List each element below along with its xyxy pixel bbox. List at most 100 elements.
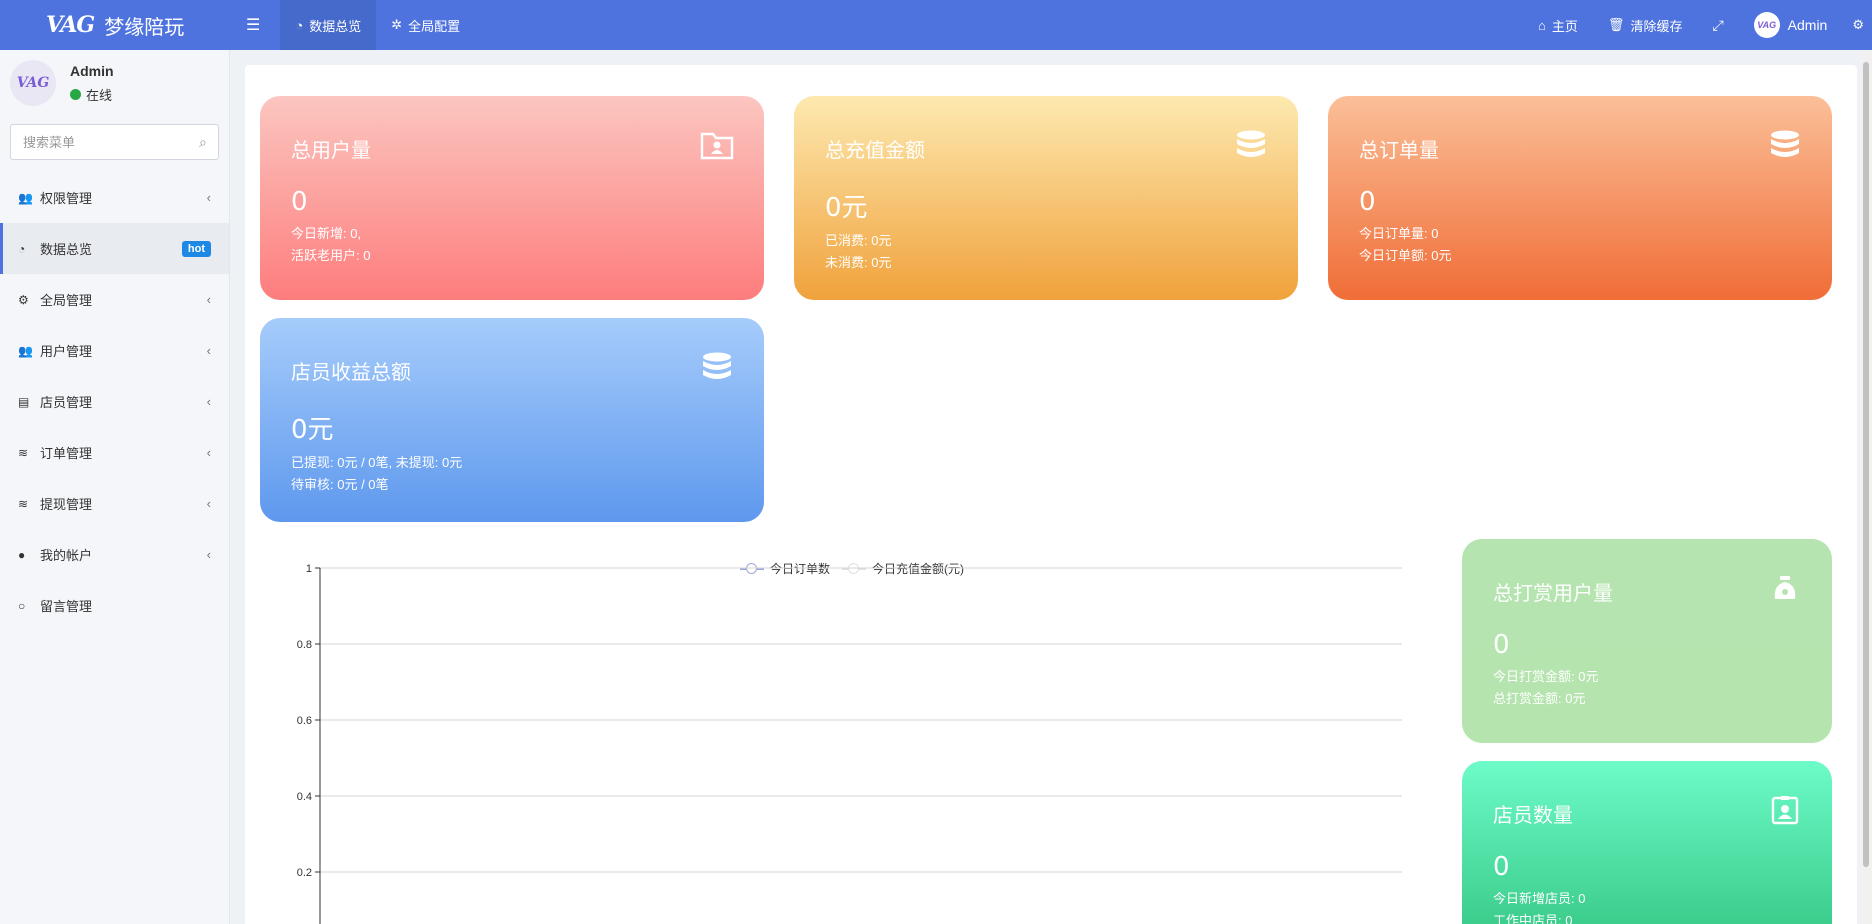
sidebar-item-label: 权限管理 — [40, 191, 93, 206]
menu-search: ⌕ — [10, 124, 219, 160]
clear-cache-label: 清除缓存 — [1630, 18, 1683, 34]
clear-cache-button[interactable]: 🗑 清除缓存 — [1593, 0, 1698, 50]
circle-icon: ○ — [18, 598, 26, 613]
card-total-users: 总用户量 0 今日新增: 0, 活跃老用户: 0 — [260, 96, 764, 300]
bars-icon: ☰ — [246, 17, 261, 34]
user-status: 在线 — [70, 85, 114, 104]
user-name: Admin — [70, 62, 114, 79]
chevron-left-icon: ‹ — [206, 343, 211, 358]
y-tick-label: 0.6 — [297, 715, 312, 727]
database-icon — [1237, 130, 1265, 157]
sidebar-item-global[interactable]: ⚙ 全局管理 ‹ — [0, 274, 229, 325]
y-tick-label: 0.8 — [297, 639, 312, 651]
card-title: 店员数量 — [1493, 803, 1573, 827]
top-navbar: VAG 梦缘陪玩 ☰ ◔ 数据总览 ✲ 全局配置 ⌂ 主页 🗑 清除缓存 ⤢ V… — [0, 0, 1872, 50]
expand-icon: ⤢ — [1712, 16, 1724, 33]
brand-name: 梦缘陪玩 — [104, 16, 185, 39]
chevron-left-icon: ‹ — [206, 547, 211, 562]
avatar: VAG — [1753, 12, 1780, 38]
database-icon — [703, 352, 731, 379]
sidebar-item-label: 我的帐户 — [40, 548, 93, 563]
card-value: 0 — [1493, 630, 1510, 660]
sidebar-item-withdraw[interactable]: ≋ 提现管理 ‹ — [0, 478, 229, 529]
sidebar-item-label: 提现管理 — [40, 497, 93, 512]
users-icon: 👥 — [18, 343, 33, 358]
y-tick-label: 0.4 — [297, 791, 312, 803]
sidebar-item-dashboard[interactable]: ◔ 数据总览 hot — [0, 223, 229, 274]
card-detail: 已提现: 0元 / 0笔, 未提现: 0元 — [291, 455, 463, 470]
card-detail: 活跃老用户: 0 — [291, 248, 371, 263]
sidebar-item-permissions[interactable]: 👥 权限管理 ‹ — [0, 172, 229, 223]
sidebar-item-label: 店员管理 — [40, 395, 93, 410]
tab-global-config[interactable]: ✲ 全局配置 — [376, 0, 475, 50]
menu-toggle-button[interactable]: ☰ — [230, 0, 280, 50]
card-detail: 今日新增: 0, — [291, 226, 362, 241]
tab-dashboard-label: 数据总览 — [309, 18, 362, 34]
search-input[interactable] — [23, 134, 199, 150]
y-tick-label: 1 — [306, 563, 312, 575]
card-value: 0 — [291, 187, 308, 217]
card-detail: 已消费: 0元 — [825, 233, 892, 248]
home-icon: ⌂ — [1538, 17, 1546, 33]
y-tick-label: 0.2 — [297, 867, 312, 879]
tab-dashboard[interactable]: ◔ 数据总览 — [280, 0, 377, 50]
home-link[interactable]: ⌂ 主页 — [1523, 0, 1593, 50]
card-staff-count: 店员数量 0 今日新增店员: 0 工作中店员: 0 — [1462, 761, 1832, 924]
user-status-label: 在线 — [86, 87, 113, 103]
card-value: 0 — [1493, 852, 1510, 882]
card-title: 总订单量 — [1359, 138, 1439, 162]
user-icon: ● — [18, 547, 26, 562]
scrollbar-thumb[interactable] — [1863, 62, 1869, 867]
card-detail: 工作中店员: 0 — [1493, 913, 1573, 924]
user-menu[interactable]: VAG Admin — [1739, 0, 1843, 50]
tab-global-config-label: 全局配置 — [408, 18, 461, 34]
settings-button[interactable]: ⚙ — [1842, 0, 1872, 50]
card-detail: 总打赏金额: 0元 — [1493, 691, 1586, 706]
search-icon[interactable]: ⌕ — [199, 134, 207, 151]
card-reward-users: 总打赏用户量 0 今日打赏金额: 0元 总打赏金额: 0元 — [1462, 539, 1832, 743]
trash-icon: 🗑 — [1607, 17, 1625, 32]
sidebar-item-orders[interactable]: ≋ 订单管理 ‹ — [0, 427, 229, 478]
dashboard-icon: ◔ — [295, 17, 304, 33]
page-scrollbar[interactable] — [1860, 50, 1872, 924]
sidebar-item-label: 全局管理 — [40, 293, 93, 308]
database-icon: ≋ — [18, 496, 29, 511]
brand[interactable]: VAG 梦缘陪玩 — [0, 0, 230, 50]
card-detail: 今日打赏金额: 0元 — [1493, 669, 1599, 684]
avatar: VAG — [10, 60, 56, 106]
folder-user-icon — [700, 132, 734, 160]
sidebar-item-staff[interactable]: ▤ 店员管理 ‹ — [0, 376, 229, 427]
card-staff-income: 店员收益总额 0元 已提现: 0元 / 0笔, 未提现: 0元 待审核: 0元 … — [260, 318, 764, 522]
database-icon — [1771, 130, 1799, 157]
home-label: 主页 — [1551, 18, 1578, 34]
card-value: 0元 — [825, 193, 868, 223]
sidebar-item-label: 留言管理 — [40, 599, 93, 614]
card-title: 总充值金额 — [825, 138, 925, 162]
sidebar: VAG Admin 在线 ⌕ 👥 权限管理 ‹ ◔ 数据总览 hot ⚙ 全局管… — [0, 50, 230, 924]
online-dot — [70, 88, 81, 100]
sidebar-item-account[interactable]: ● 我的帐户 ‹ — [0, 529, 229, 580]
sidebar-item-label: 数据总览 — [40, 242, 93, 257]
users-icon: 👥 — [18, 190, 33, 205]
cogs-icon: ⚙ — [18, 292, 29, 307]
fullscreen-button[interactable]: ⤢ — [1697, 0, 1738, 50]
database-icon: ≋ — [18, 445, 29, 460]
chevron-left-icon: ‹ — [206, 292, 211, 307]
chevron-left-icon: ‹ — [206, 394, 211, 409]
card-value: 0 — [1359, 187, 1376, 217]
card-value: 0元 — [291, 415, 334, 445]
id-badge-icon — [1771, 796, 1799, 825]
brand-logo: VAG — [46, 12, 95, 38]
card-total-recharge: 总充值金额 0元 已消费: 0元 未消费: 0元 — [794, 96, 1298, 300]
cogs-icon: ⚙ — [1852, 17, 1864, 32]
card-title: 总用户量 — [291, 138, 371, 162]
card-title: 总打赏用户量 — [1493, 581, 1613, 605]
card-total-orders: 总订单量 0 今日订单量: 0 今日订单额: 0元 — [1328, 96, 1832, 300]
sidebar-item-label: 订单管理 — [40, 446, 93, 461]
id-card-icon: ▤ — [18, 394, 30, 409]
sidebar-item-users[interactable]: 👥 用户管理 ‹ — [0, 325, 229, 376]
user-panel: VAG Admin 在线 — [0, 50, 229, 116]
sidebar-item-messages[interactable]: ○ 留言管理 — [0, 580, 229, 631]
dashboard-icon: ◔ — [18, 241, 26, 256]
chevron-left-icon: ‹ — [206, 445, 211, 460]
